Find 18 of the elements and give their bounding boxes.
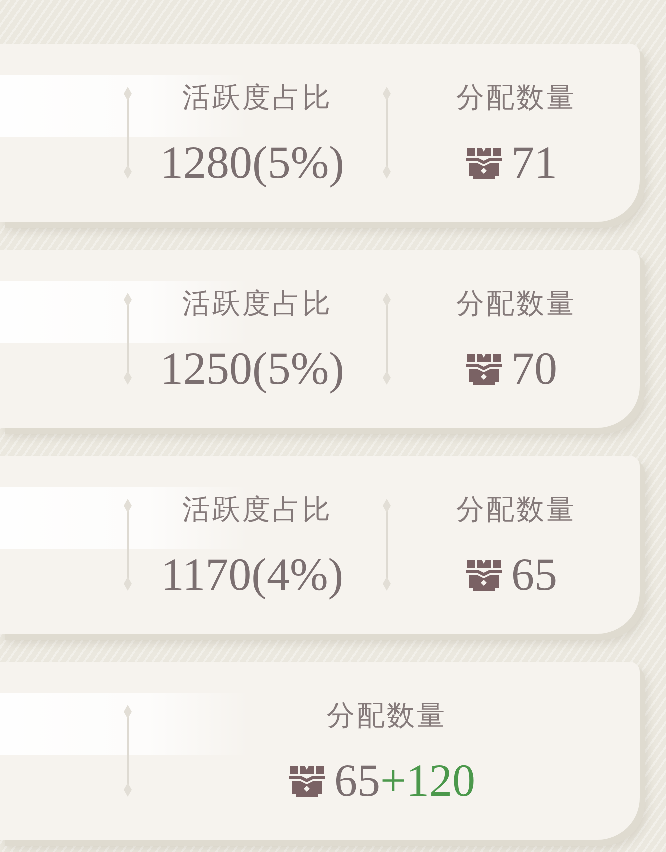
- activity-value: 1280(5%): [160, 137, 344, 189]
- allocation-value: 71: [512, 137, 558, 189]
- allocation-value: 70: [512, 343, 558, 395]
- chest-icon: [466, 559, 502, 591]
- column-label: 分配数量: [456, 492, 576, 528]
- chest-icon: [466, 147, 502, 179]
- column-label: 活跃度占比: [182, 80, 332, 116]
- column-label: 分配数量: [456, 80, 576, 116]
- column-label: 活跃度占比: [182, 286, 332, 322]
- chest-icon: [466, 353, 502, 385]
- column-label: 分配数量: [456, 286, 576, 322]
- column-label: 活跃度占比: [182, 492, 332, 528]
- column-label: 分配数量: [327, 698, 447, 734]
- allocation-value: 65+120: [334, 755, 476, 807]
- activity-value: 1170(4%): [161, 549, 344, 601]
- allocation-value: 65: [512, 549, 558, 601]
- activity-value: 1250(5%): [160, 343, 344, 395]
- chest-icon: [288, 765, 325, 797]
